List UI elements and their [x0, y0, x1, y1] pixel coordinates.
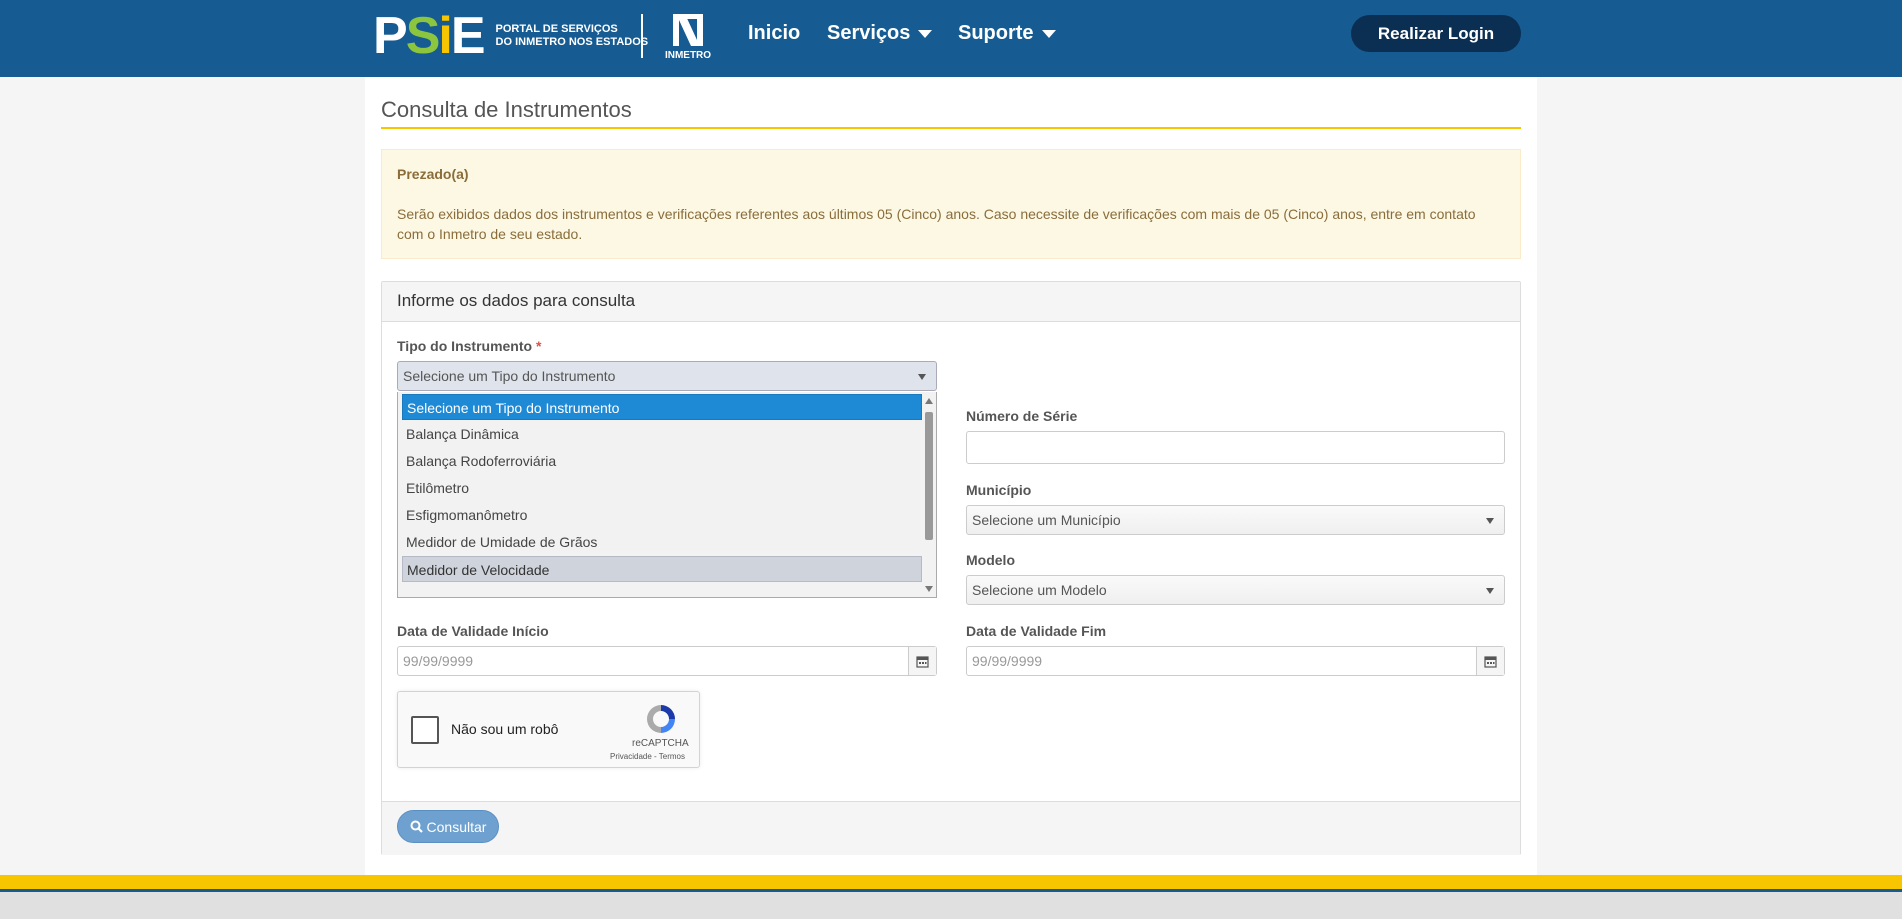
info-alert: Prezado(a) Serão exibidos dados dos inst… [381, 149, 1521, 259]
nav-inicio[interactable]: Inicio [748, 22, 800, 45]
recaptcha-icon [644, 702, 678, 741]
chevron-down-icon [1041, 29, 1056, 38]
inmetro-label: INMETRO [664, 50, 712, 61]
numero-serie-label: Número de Série [966, 408, 1078, 424]
modelo-select[interactable]: Selecione um Modelo [966, 575, 1505, 605]
tipo-option[interactable]: Balança Dinâmica [402, 421, 922, 447]
tipo-option[interactable]: Selecione um Tipo do Instrumento [402, 394, 922, 420]
panel-footer [382, 801, 1520, 855]
inmetro-logo[interactable]: INMETRO [660, 12, 716, 62]
recaptcha-brand: reCAPTCHA [632, 738, 689, 749]
required-mark: * [535, 338, 542, 354]
tipo-label: Tipo do Instrumento * [397, 338, 542, 354]
psie-logo-mark: PSiE [373, 7, 485, 65]
scroll-up-icon[interactable] [925, 398, 933, 404]
scroll-thumb[interactable] [925, 412, 933, 540]
municipio-select[interactable]: Selecione um Município [966, 505, 1505, 535]
alert-body: Serão exibidos dados dos instrumentos e … [397, 206, 1476, 242]
psie-logo-subtitle: PORTAL DE SERVIÇOS DO INMETRO NOS ESTADO… [495, 23, 649, 48]
modelo-label: Modelo [966, 552, 1015, 568]
footer-accent-bar [0, 875, 1902, 889]
logo-divider [641, 14, 643, 58]
title-underline [381, 127, 1521, 129]
top-navbar: PSiE PORTAL DE SERVIÇOS DO INMETRO NOS E… [0, 0, 1902, 77]
data-inicio-label: Data de Validade Início [397, 623, 549, 639]
page-title: Consulta de Instrumentos [381, 97, 632, 122]
data-fim-label: Data de Validade Fim [966, 623, 1107, 639]
consultar-button[interactable]: Consultar [397, 810, 499, 843]
calendar-icon[interactable] [1476, 647, 1504, 675]
tipo-option[interactable]: Medidor de Velocidade [402, 556, 922, 582]
tipo-option[interactable]: Medidor de Umidade de Grãos [402, 529, 922, 555]
footer [0, 892, 1902, 919]
search-icon [410, 820, 423, 833]
tipo-option[interactable]: Balança Rodoferroviária [402, 448, 922, 474]
dropdown-scrollbar[interactable] [922, 392, 936, 597]
data-fim-input[interactable]: 99/99/9999 [966, 646, 1505, 676]
municipio-label: Município [966, 482, 1032, 498]
psie-logo[interactable]: PSiE PORTAL DE SERVIÇOS DO INMETRO NOS E… [373, 7, 649, 65]
numero-serie-input[interactable] [966, 431, 1505, 464]
recaptcha-links[interactable]: Privacidade - Termos [610, 752, 685, 761]
inmetro-icon [673, 14, 703, 46]
recaptcha-label: Não sou um robô [451, 721, 559, 737]
nav-servicos[interactable]: Serviços [827, 22, 933, 45]
chevron-down-icon [918, 29, 933, 38]
login-button[interactable]: Realizar Login [1351, 15, 1521, 52]
panel-title: Informe os dados para consulta [382, 282, 1520, 322]
tipo-select[interactable]: Selecione um Tipo do Instrumento [397, 361, 937, 391]
tipo-option[interactable]: Etilômetro [402, 475, 922, 501]
data-inicio-input[interactable]: 99/99/9999 [397, 646, 937, 676]
tipo-dropdown-list: Selecione um Tipo do Instrumento Balança… [397, 392, 937, 598]
alert-heading: Prezado(a) [397, 166, 469, 182]
tipo-option[interactable]: Esfigmomanômetro [402, 502, 922, 528]
recaptcha-widget: Não sou um robô reCAPTCHA Privacidade - … [397, 691, 700, 768]
dropdown-arrow-icon [1486, 518, 1494, 524]
recaptcha-checkbox[interactable] [411, 716, 439, 744]
calendar-icon[interactable] [908, 647, 936, 675]
dropdown-arrow-icon [1486, 588, 1494, 594]
dropdown-arrow-icon [918, 374, 926, 380]
scroll-down-icon[interactable] [925, 586, 933, 592]
nav-suporte[interactable]: Suporte [958, 22, 1056, 45]
